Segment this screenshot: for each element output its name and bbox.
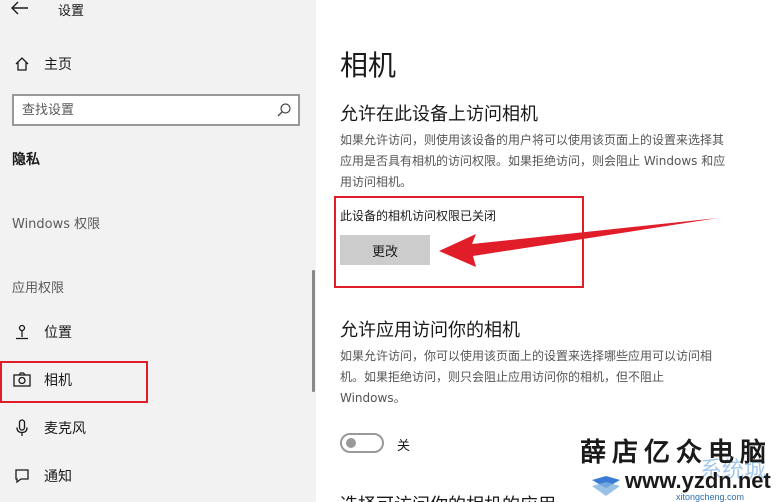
- location-icon: [12, 322, 32, 342]
- description-line: Windows。: [340, 391, 406, 405]
- page-title: 相机: [340, 49, 397, 82]
- watermark-small-url: xitongcheng.com: [676, 492, 745, 502]
- section-description-app-access: 如果允许访问，你可以使用该页面上的设置来选择哪些应用可以访问相 机。如果拒绝访问…: [340, 346, 779, 409]
- group-label-app-permissions: 应用权限: [12, 281, 65, 296]
- search-icon[interactable]: [276, 102, 292, 118]
- section-description-device-access: 如果允许访问，则使用该设备的用户将可以使用该页面上的设置来选择其 应用是否具有相…: [340, 130, 779, 193]
- watermark-title: 薛店亿众电脑: [580, 438, 773, 468]
- home-icon: [12, 54, 32, 74]
- description-line: 机。如果拒绝访问，则只会阻止应用访问你的相机，但不阻止: [340, 370, 665, 384]
- section-heading-privacy: 隐私: [12, 152, 40, 168]
- description-line: 应用是否具有相机的访问权限。如果拒绝访问，则会阻止 Windows 和应: [340, 154, 726, 168]
- watermark: 系统城 薛店亿众电脑 www.yzdn.net xitongcheng.com: [580, 432, 779, 502]
- main-content: 相机 允许在此设备上访问相机 如果允许访问，则使用该设备的用户将可以使用该页面上…: [316, 0, 779, 502]
- app-access-toggle[interactable]: [340, 433, 384, 453]
- sidebar-item-notifications[interactable]: 通知: [0, 456, 316, 496]
- watermark-logo-icon: [592, 476, 620, 496]
- sidebar: 设置 主页 隐私 Windows 权限 应用权限 位置 相机 麦克风: [0, 0, 316, 502]
- watermark-url: www.yzdn.net: [625, 468, 771, 493]
- search-input[interactable]: [22, 100, 262, 120]
- window-title: 设置: [58, 4, 85, 19]
- description-line: 如果允许访问，则使用该设备的用户将可以使用该页面上的设置来选择其: [340, 133, 725, 147]
- section-title-device-access: 允许在此设备上访问相机: [340, 104, 538, 125]
- sidebar-item-label: 麦克风: [44, 421, 86, 437]
- sidebar-item-label: 主页: [44, 57, 72, 73]
- section-title-app-access: 允许应用访问你的相机: [340, 320, 520, 341]
- description-line: 如果允许访问，你可以使用该页面上的设置来选择哪些应用可以访问相: [340, 349, 713, 363]
- section-title-choose-apps: 选择可访问你的相机的应用: [340, 491, 556, 502]
- back-arrow-icon[interactable]: [10, 0, 30, 16]
- description-line: 用访问相机。: [340, 175, 413, 189]
- notification-icon: [12, 466, 32, 486]
- toggle-state-label: 关: [397, 439, 411, 454]
- sidebar-item-label: 位置: [44, 325, 72, 341]
- highlight-box-camera: [0, 361, 148, 403]
- sidebar-scrollbar[interactable]: [312, 270, 315, 392]
- sidebar-item-location[interactable]: 位置: [0, 312, 316, 352]
- search-box[interactable]: [12, 94, 300, 126]
- toggle-knob: [346, 438, 356, 448]
- group-label-windows-permissions: Windows 权限: [12, 217, 101, 232]
- annotation-arrow-icon: [439, 218, 718, 267]
- microphone-icon: [12, 418, 32, 438]
- sidebar-item-microphone[interactable]: 麦克风: [0, 408, 316, 448]
- sidebar-item-home[interactable]: 主页: [0, 44, 316, 84]
- sidebar-item-label: 通知: [44, 469, 72, 485]
